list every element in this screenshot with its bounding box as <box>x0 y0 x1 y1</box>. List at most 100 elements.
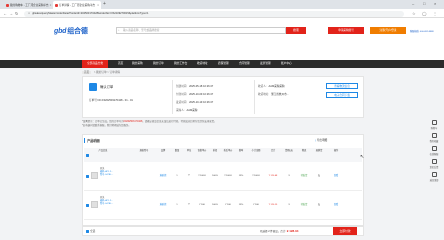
col-header: 合计 <box>270 150 276 152</box>
ship-time: 发货时间: 2025-10-19 10:26:47 <box>176 100 213 104</box>
apply-account-button[interactable]: 申请采购账号 <box>328 27 364 34</box>
nav-workbench[interactable]: 我的工作台 <box>174 60 187 68</box>
pay-now-button[interactable]: 立即付款 <box>333 227 357 235</box>
col-header: 货期(天) <box>284 150 294 152</box>
url-field[interactable]: ⊙ gl/sales/queryMaster/orderDetail?orderI… <box>24 10 404 17</box>
divider <box>254 80 255 114</box>
browser-tab[interactable]: 我的购物车 - 工厂邦企业采购平台 × <box>4 1 52 9</box>
tax: 13% <box>238 204 244 206</box>
nav-home[interactable]: 首页 <box>118 60 123 68</box>
nav-all-categories[interactable]: 全部商品分类 <box>82 60 109 68</box>
float-label: 在线客服 <box>429 153 439 156</box>
search-input[interactable]: ⌕ 输入商品名称、型号或品牌搜索 <box>116 27 286 34</box>
view-link[interactable]: 查看 <box>330 175 342 178</box>
select-all-checkbox[interactable] <box>86 154 89 157</box>
browser-tab-active[interactable]: 订单详情 - 工厂邦企业采购平台 × <box>53 1 101 9</box>
nav-account[interactable]: 账户中心 <box>281 60 292 68</box>
col-header: 品牌 <box>160 150 166 152</box>
tab-label: 我的购物车 - 工厂邦企业采购平台 <box>10 4 49 7</box>
maximize-icon[interactable]: □ <box>423 1 425 6</box>
arrow-up-icon <box>431 172 437 177</box>
forward-icon[interactable]: → <box>9 11 13 16</box>
divider <box>172 80 173 114</box>
col-header: 折后单价 <box>223 150 233 152</box>
breadcrumb-orders[interactable]: 我的订单 <box>96 71 106 74</box>
notice-text: ，请确认商品信息无误后进行付款，付款成功后将为您尽快安排发货。 <box>142 120 217 123</box>
product-thumbnail[interactable] <box>91 172 98 179</box>
nav-warranty[interactable]: 质保管理 <box>218 60 229 68</box>
nav-purchase[interactable]: 我的采购 <box>132 60 143 68</box>
label: 发货时间: <box>176 101 188 104</box>
brand[interactable]: 施耐德 <box>156 204 170 207</box>
buyer: 采购人: AAM采购 <box>176 108 197 112</box>
float-favorites[interactable]: 我的收藏 <box>428 133 440 143</box>
product-thumbnail[interactable] <box>91 201 98 208</box>
float-feedback[interactable]: 意见反馈 <box>428 159 440 169</box>
close-icon[interactable]: × <box>97 3 99 7</box>
cart-icon <box>431 120 437 125</box>
float-label: 我的收藏 <box>429 140 439 143</box>
nav-address[interactable]: 收货地址 <box>197 60 208 68</box>
contract-download-button[interactable]: 电子合同下载 <box>326 92 358 98</box>
col-header: 含税单价 <box>197 150 207 152</box>
site-logo[interactable]: gbd组合德 <box>54 26 88 36</box>
value: AAM采购采购 <box>268 85 285 88</box>
label: 创建时间: <box>176 85 188 88</box>
export-button[interactable]: ⤓ 导出明细 <box>315 138 327 142</box>
qty: 1 <box>176 175 178 177</box>
float-top[interactable]: 返回顶部 <box>428 172 440 182</box>
minimize-icon[interactable]: – <box>412 1 414 6</box>
order-notice: *温馨提示：订单已生成，您的订单号为F0202503170428，请确认商品信息… <box>82 120 364 130</box>
subtotal: ¥ 106 <box>253 204 259 206</box>
row-checkbox[interactable] <box>86 175 89 178</box>
mouse-cursor-icon: ↖ <box>360 154 365 160</box>
main-nav: 全部商品分类 首页 我的采购 我的订单 我的工作台 收货地址 质保管理 合同管理… <box>0 60 444 68</box>
subtotal: ¥ 106.8 <box>252 175 260 177</box>
row-checkbox[interactable] <box>86 204 89 207</box>
logo-cn: 组合德 <box>67 28 88 35</box>
view-link[interactable]: 查看 <box>330 204 342 207</box>
search-button[interactable]: 搜索 <box>286 27 306 34</box>
favicon-icon <box>55 3 58 7</box>
track-logistics-button[interactable]: 查看物流信息 <box>326 83 358 89</box>
notice-order-id: F0202503170428 <box>123 120 143 123</box>
col-header: 产品信息 <box>98 150 108 152</box>
net-price: ¥ 106 <box>225 204 231 206</box>
star-icon[interactable]: ☆ <box>412 11 416 16</box>
nav-orders[interactable]: 我的订单 <box>153 60 164 68</box>
search-icon: ⌕ <box>118 29 120 32</box>
value: AAM采购 <box>186 109 198 112</box>
float-cart[interactable]: 购物车 <box>428 120 440 130</box>
value: 浙江省杭州市... <box>271 93 289 96</box>
brand[interactable]: 施耐德 <box>156 175 170 178</box>
col-header: 操作 <box>333 150 339 152</box>
profile-icon[interactable]: ◯ <box>422 11 426 16</box>
nav-invoice[interactable]: 发票管理 <box>260 60 271 68</box>
unit: 个 <box>187 175 191 177</box>
heart-icon <box>431 133 437 138</box>
nav-contract[interactable]: 合同管理 <box>239 60 250 68</box>
col-header: 物流 <box>301 150 307 152</box>
receiver-address: 收货地址: 浙江省杭州市... <box>258 92 289 96</box>
float-label: 购物车 <box>430 127 438 130</box>
new-tab-button[interactable]: + <box>103 1 106 7</box>
float-label: 返回顶部 <box>429 179 439 182</box>
register-button[interactable]: 注册/开户/登录 <box>370 27 406 34</box>
net-price: ¥ 106.8 <box>224 175 232 177</box>
close-icon[interactable]: × <box>50 3 52 7</box>
float-service[interactable]: 在线客服 <box>428 146 440 156</box>
breadcrumb-home[interactable]: 首页 <box>82 71 92 74</box>
order-status-icon <box>89 83 97 91</box>
address-bar: ← → ↻ ⊙ gl/sales/queryMaster/orderDetail?… <box>0 9 444 18</box>
breadcrumb-current: 订单详情 <box>109 71 120 74</box>
order-number: 订单号 NO.F0202503170428 - 01 - 01 <box>89 99 133 102</box>
close-window-icon[interactable]: × <box>434 1 436 6</box>
reload-icon[interactable]: ↻ <box>15 11 18 16</box>
menu-icon[interactable]: ⋮ <box>433 11 437 16</box>
select-all[interactable]: 全选 <box>86 229 95 233</box>
back-icon[interactable]: ← <box>3 11 7 16</box>
product-info: 开关 编码:HP1.2... 型号:G:PBL... <box>100 168 126 177</box>
select-all-checkbox[interactable] <box>86 229 89 233</box>
checkout-footer <box>82 226 364 236</box>
value: 2025-10-19 10:26:47 <box>189 101 214 104</box>
